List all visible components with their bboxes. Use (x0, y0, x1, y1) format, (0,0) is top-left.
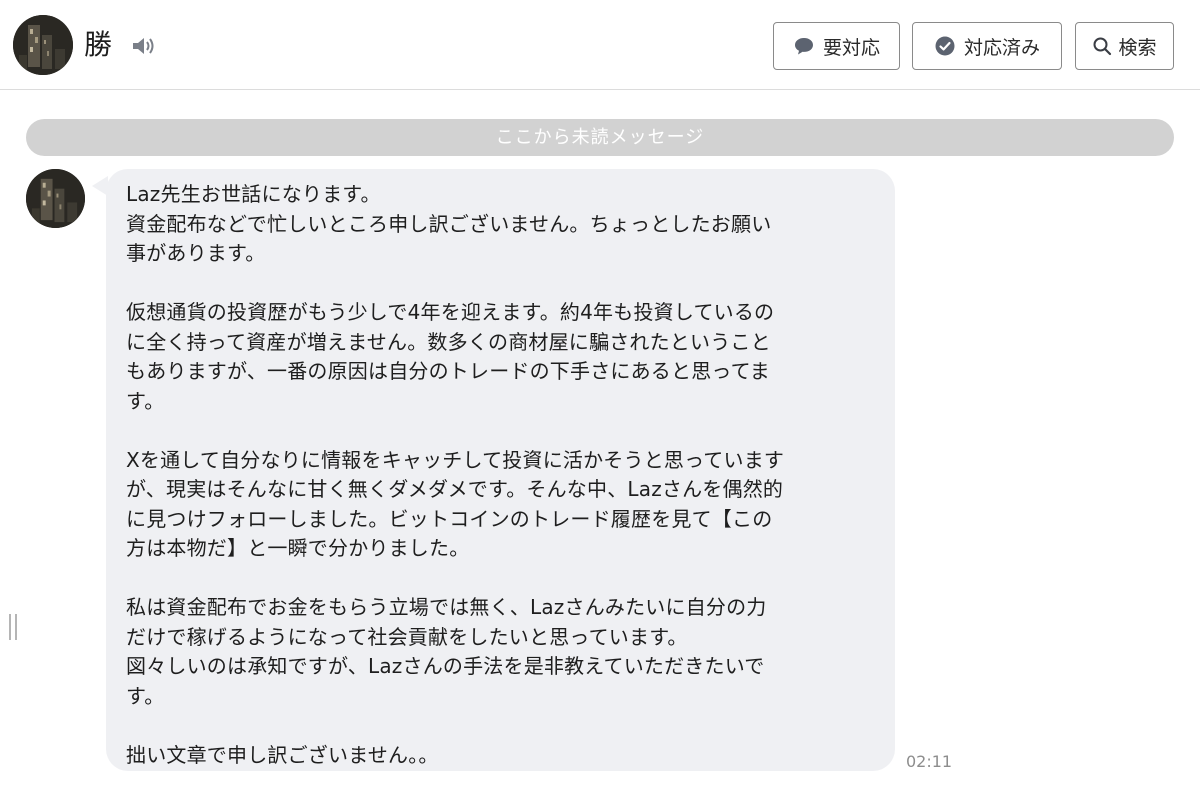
speaker-icon[interactable] (131, 36, 155, 56)
contact-avatar[interactable] (13, 15, 73, 75)
check-circle-icon (935, 36, 955, 56)
needs-response-label: 要対応 (822, 36, 880, 59)
message-text: Laz先生お世話になります。 資金配布などで忙しいところ申し訳ございません。ちょ… (126, 182, 785, 767)
search-icon (1093, 37, 1112, 56)
message-bubble[interactable]: Laz先生お世話になります。 資金配布などで忙しいところ申し訳ございません。ちょ… (106, 169, 895, 771)
contact-name: 勝 (84, 28, 113, 61)
search-button[interactable]: 検索 (1075, 22, 1174, 70)
search-label: 検索 (1118, 36, 1157, 59)
message-timestamp: 02:11 (906, 752, 953, 771)
speech-bubble-icon (794, 38, 813, 55)
responded-label: 対応済み (963, 36, 1040, 59)
unread-divider: ここから未読メッセージ (26, 119, 1174, 156)
sender-avatar[interactable] (26, 169, 85, 228)
responded-button[interactable]: 対応済み (912, 22, 1062, 70)
needs-response-button[interactable]: 要対応 (773, 22, 900, 70)
resize-handle[interactable] (9, 614, 19, 640)
chat-header: 勝 要対応 対応済み 検索 (0, 0, 1200, 90)
